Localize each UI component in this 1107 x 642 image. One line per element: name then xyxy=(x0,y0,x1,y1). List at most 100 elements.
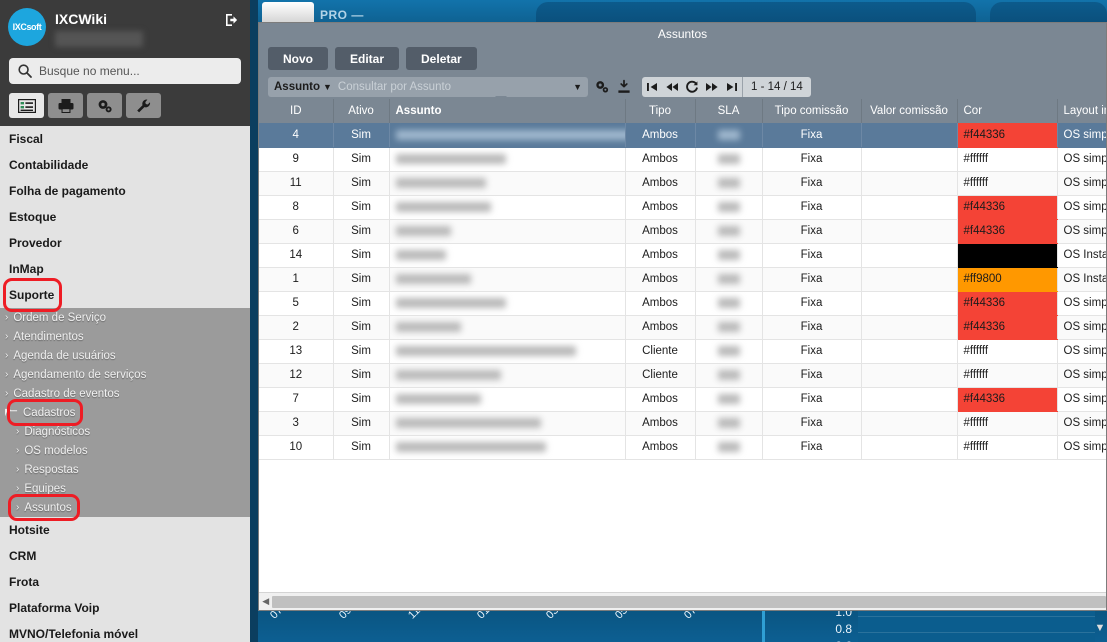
sidebar-item-contabilidade[interactable]: Contabilidade xyxy=(0,152,250,178)
cell-layout: OS simp xyxy=(1057,171,1106,196)
table-row[interactable]: 1 Sim Ambos Fixa #ff9800 OS Insta xyxy=(259,267,1106,292)
chevron-right-icon: › xyxy=(16,426,20,437)
first-page-icon[interactable] xyxy=(642,77,662,97)
sidebar-item-frota[interactable]: Frota xyxy=(0,569,250,595)
filter-search-input[interactable]: Assunto ▼ Consultar por Assunto ▼ xyxy=(268,77,588,97)
cell-valor-comissao xyxy=(861,171,958,196)
column-header-tipo[interactable]: Tipo xyxy=(625,99,696,123)
cell-cor: #f44336 xyxy=(957,123,1058,148)
column-header-sla[interactable]: SLA xyxy=(695,99,763,123)
table-row[interactable]: 3 Sim Ambos Fixa #ffffff OS simp xyxy=(259,411,1106,436)
sidebar-item-estoque[interactable]: Estoque xyxy=(0,204,250,230)
cell-tipo: Ambos xyxy=(625,195,696,220)
cell-layout: OS simp xyxy=(1057,411,1106,436)
cell-cor: #ff9800 xyxy=(957,267,1058,292)
sidebar-item-plataforma-voip[interactable]: Plataforma Voip xyxy=(0,595,250,621)
background-tab[interactable] xyxy=(262,2,314,24)
cell-cor: #ffffff xyxy=(957,339,1058,364)
deletar-button[interactable]: Deletar xyxy=(406,47,477,70)
sidebar-item-folha-de-pagamento[interactable]: Folha de pagamento xyxy=(0,178,250,204)
sidebar-item-crm[interactable]: CRM xyxy=(0,543,250,569)
cell-id: 8 xyxy=(259,195,334,220)
column-header-valor-comiss-o[interactable]: Valor comissão xyxy=(861,99,958,123)
cell-tipo: Ambos xyxy=(625,387,696,412)
cell-assunto xyxy=(389,123,626,148)
refresh-icon[interactable] xyxy=(682,77,702,97)
cell-layout: OS simp xyxy=(1057,315,1106,340)
table-row[interactable]: 9 Sim Ambos Fixa #ffffff OS simp xyxy=(259,147,1106,172)
cell-assunto xyxy=(389,291,626,316)
sidebar-item-cadastro-de-eventos[interactable]: › Cadastro de eventos xyxy=(0,384,250,403)
sidebar-item-hotsite[interactable]: Hotsite xyxy=(0,517,250,543)
sidebar-header: IXCsoft IXCWiki Busque no menu... xyxy=(0,0,250,93)
sidebar-item-os-modelos[interactable]: › OS modelos xyxy=(0,441,250,460)
chevron-right-icon: › xyxy=(16,464,20,475)
cell-id: 5 xyxy=(259,291,334,316)
cell-valor-comissao xyxy=(861,147,958,172)
scroll-left-icon[interactable]: ◀ xyxy=(259,596,272,607)
download-icon[interactable] xyxy=(616,79,632,95)
horizontal-scrollbar[interactable]: ◀ xyxy=(259,592,1106,610)
column-header-cor[interactable]: Cor xyxy=(957,99,1058,123)
cell-tipo-comissao: Fixa xyxy=(762,123,862,148)
wrench-icon[interactable] xyxy=(126,93,161,118)
cell-layout: OS simp xyxy=(1057,147,1106,172)
sidebar-item-suporte[interactable]: Suporte xyxy=(0,282,250,308)
table-row[interactable]: 5 Sim Ambos Fixa #f44336 OS simp xyxy=(259,291,1106,316)
filter-placeholder: Consultar por Assunto xyxy=(337,81,452,93)
sidebar-item-agendamento-de-servi-os[interactable]: › Agendamento de serviços xyxy=(0,365,250,384)
column-header-tipo-comiss-o[interactable]: Tipo comissão xyxy=(762,99,862,123)
table-row[interactable]: 7 Sim Ambos Fixa #f44336 OS simp xyxy=(259,387,1106,412)
column-header-assunto[interactable]: Assunto xyxy=(389,99,626,123)
horizontal-scrollbar-thumb[interactable] xyxy=(272,595,1106,608)
cell-tipo-comissao: Fixa xyxy=(762,219,862,244)
logout-icon[interactable] xyxy=(224,12,240,28)
redacted-value xyxy=(717,417,740,428)
table-row[interactable]: 2 Sim Ambos Fixa #f44336 OS simp xyxy=(259,315,1106,340)
table-row[interactable]: 6 Sim Ambos Fixa #f44336 OS simp xyxy=(259,219,1106,244)
pagination-controls: 1 - 14 / 14 xyxy=(642,77,811,97)
sidebar-item-equipes[interactable]: › Equipes xyxy=(0,479,250,498)
cell-layout: OS simp xyxy=(1057,387,1106,412)
previous-page-icon[interactable] xyxy=(662,77,682,97)
sidebar-item-inmap[interactable]: InMap xyxy=(0,256,250,282)
sidebar-item-cadastros[interactable]: Cadastros xyxy=(0,403,250,422)
printer-icon[interactable] xyxy=(48,93,83,118)
column-header-ativo[interactable]: Ativo xyxy=(333,99,390,123)
table-row[interactable]: 12 Sim Cliente Fixa #ffffff OS simp xyxy=(259,363,1106,388)
table-row[interactable]: 11 Sim Ambos Fixa #ffffff OS simp xyxy=(259,171,1106,196)
editar-button[interactable]: Editar xyxy=(335,47,400,70)
chevron-down-icon[interactable]: ▼ xyxy=(1093,620,1107,636)
sidebar-item-respostas[interactable]: › Respostas xyxy=(0,460,250,479)
last-page-icon[interactable] xyxy=(722,77,742,97)
gears-icon[interactable] xyxy=(594,79,610,95)
table-row[interactable]: 13 Sim Cliente Fixa #ffffff OS simp xyxy=(259,339,1106,364)
sidebar-item-atendimentos[interactable]: › Atendimentos xyxy=(0,327,250,346)
sidebar-item-ordem-de-servi-o[interactable]: › Ordem de Serviço xyxy=(0,308,250,327)
cell-sla xyxy=(695,171,763,196)
cell-valor-comissao xyxy=(861,195,958,220)
column-header-id[interactable]: ID xyxy=(259,99,334,123)
table-row[interactable]: 8 Sim Ambos Fixa #f44336 OS simp xyxy=(259,195,1106,220)
panel-toolbar: Novo Editar Deletar xyxy=(259,45,1106,75)
search-input[interactable]: Busque no menu... xyxy=(9,58,241,84)
column-header-layout-in[interactable]: Layout in xyxy=(1057,99,1106,123)
sidebar-item-assuntos[interactable]: › Assuntos xyxy=(0,498,250,517)
table-row[interactable]: 10 Sim Ambos Fixa #ffffff OS simp xyxy=(259,435,1106,460)
sidebar-menu-list: Fiscal Contabilidade Folha de pagamento Est… xyxy=(0,126,250,642)
gears-icon[interactable] xyxy=(87,93,122,118)
sidebar-item-fiscal[interactable]: Fiscal xyxy=(0,126,250,152)
novo-button[interactable]: Novo xyxy=(268,47,328,70)
sidebar-item-provedor[interactable]: Provedor xyxy=(0,230,250,256)
next-page-icon[interactable] xyxy=(702,77,722,97)
table-row[interactable]: 14 Sim Ambos Fixa OS Insta xyxy=(259,243,1106,268)
filter-dropdown-arrow-icon[interactable]: ▼ xyxy=(573,82,582,92)
sidebar-item-agenda-de-usu-rios[interactable]: › Agenda de usuários xyxy=(0,346,250,365)
sidebar-item-mvno-telefonia-m-vel[interactable]: MVNO/Telefonia móvel xyxy=(0,621,250,642)
chevron-down-icon[interactable]: ▼ xyxy=(323,82,332,92)
cell-valor-comissao xyxy=(861,267,958,292)
sidebar-item-diagn-sticos[interactable]: › Diagnósticos xyxy=(0,422,250,441)
cell-ativo: Sim xyxy=(333,315,390,340)
table-row[interactable]: 4 Sim Ambos Fixa #f44336 OS simp xyxy=(259,123,1106,148)
menu-list-icon[interactable] xyxy=(9,93,44,118)
